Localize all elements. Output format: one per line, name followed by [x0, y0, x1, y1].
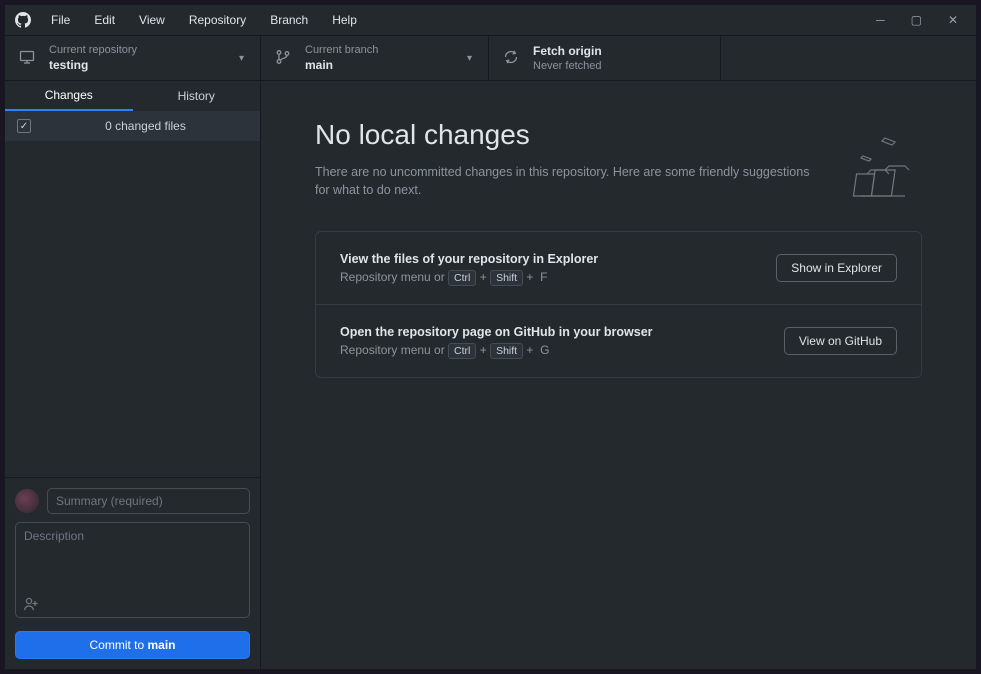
body: Changes History ✓ 0 changed files: [5, 81, 976, 669]
menu-file[interactable]: File: [41, 9, 80, 31]
summary-input[interactable]: [47, 488, 250, 514]
menu-help[interactable]: Help: [322, 9, 367, 31]
card-title: Open the repository page on GitHub in yo…: [340, 325, 653, 339]
sidebar-tabs: Changes History: [5, 81, 260, 111]
branch-value: main: [305, 57, 378, 73]
window-controls: ─ ▢ ✕: [876, 13, 968, 27]
card-title: View the files of your repository in Exp…: [340, 252, 598, 266]
current-repository-dropdown[interactable]: Current repository testing ▾: [5, 36, 261, 80]
menu-view[interactable]: View: [129, 9, 175, 31]
maximize-icon[interactable]: ▢: [911, 13, 922, 27]
close-icon[interactable]: ✕: [948, 13, 958, 27]
card-hint: Repository menu or Ctrl + Shift + G: [340, 343, 653, 357]
sync-icon: [503, 49, 519, 68]
card-show-explorer: View the files of your repository in Exp…: [316, 232, 921, 305]
suggestion-cards: View the files of your repository in Exp…: [315, 231, 922, 378]
repo-label: Current repository: [49, 43, 137, 57]
git-branch-icon: [275, 49, 291, 68]
fetch-origin-button[interactable]: Fetch origin Never fetched: [489, 36, 721, 80]
menu-repository[interactable]: Repository: [179, 9, 256, 31]
commit-form: Commit to main: [5, 477, 260, 669]
tab-changes[interactable]: Changes: [5, 81, 133, 111]
add-coauthor-icon[interactable]: [23, 596, 39, 615]
commit-button[interactable]: Commit to main: [15, 631, 250, 659]
menu-bar: File Edit View Repository Branch Help: [41, 9, 367, 31]
file-list-empty: [5, 141, 260, 477]
desktop-icon: [19, 49, 35, 68]
current-branch-dropdown[interactable]: Current branch main ▾: [261, 36, 489, 80]
card-hint: Repository menu or Ctrl + Shift + F: [340, 270, 598, 284]
show-in-explorer-button[interactable]: Show in Explorer: [776, 254, 897, 282]
repo-value: testing: [49, 57, 137, 73]
sidebar: Changes History ✓ 0 changed files: [5, 81, 261, 669]
description-input[interactable]: [15, 522, 250, 618]
card-view-github: Open the repository page on GitHub in yo…: [316, 305, 921, 377]
toolbar-spacer: [721, 36, 976, 80]
app-window: File Edit View Repository Branch Help ─ …: [4, 4, 977, 670]
toolbar: Current repository testing ▾ Current bra…: [5, 35, 976, 81]
page-subtitle: There are no uncommitted changes in this…: [315, 163, 815, 199]
chevron-down-icon: ▾: [239, 53, 244, 64]
github-logo-icon: [15, 12, 31, 28]
minimize-icon[interactable]: ─: [876, 13, 885, 27]
tab-history[interactable]: History: [133, 81, 261, 111]
avatar: [15, 489, 39, 513]
page-title: No local changes: [315, 119, 922, 151]
menu-branch[interactable]: Branch: [260, 9, 318, 31]
empty-state-illustration-icon: [833, 128, 913, 208]
fetch-label: Fetch origin: [533, 43, 602, 59]
changed-files-count: 0 changed files: [43, 119, 248, 133]
menu-edit[interactable]: Edit: [84, 9, 125, 31]
fetch-value: Never fetched: [533, 59, 602, 73]
changed-files-header: ✓ 0 changed files: [5, 111, 260, 141]
titlebar: File Edit View Repository Branch Help ─ …: [5, 5, 976, 35]
chevron-down-icon: ▾: [467, 53, 472, 64]
view-on-github-button[interactable]: View on GitHub: [784, 327, 897, 355]
select-all-checkbox[interactable]: ✓: [17, 119, 31, 133]
branch-label: Current branch: [305, 43, 378, 57]
